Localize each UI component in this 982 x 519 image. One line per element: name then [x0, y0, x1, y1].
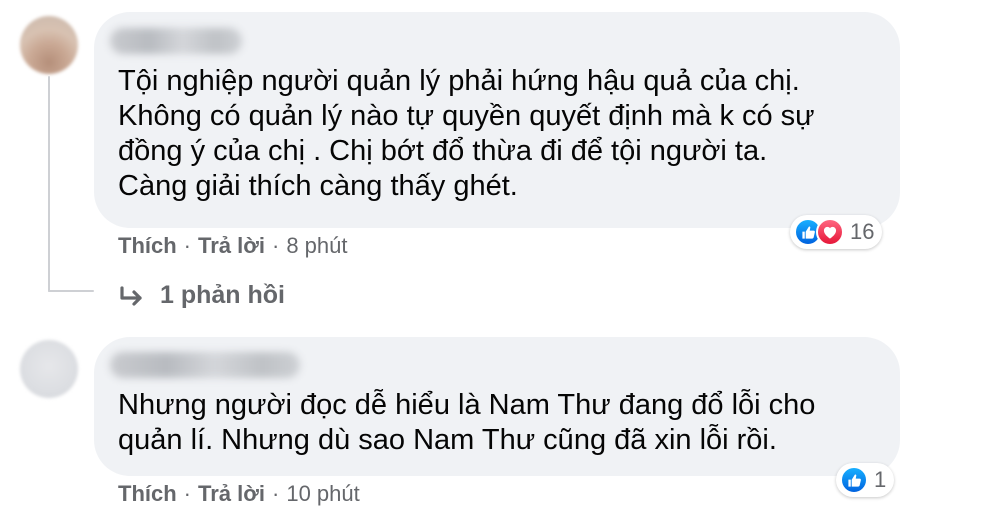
reaction-summary[interactable]: 16 [790, 215, 883, 249]
comment-text-line: Càng giải thích càng thấy ghét. [118, 170, 518, 202]
like-button[interactable]: Thích [118, 233, 177, 259]
comment-timestamp[interactable]: 10 phút [286, 481, 359, 507]
separator-dot: · [272, 481, 280, 506]
commenter-avatar[interactable] [20, 340, 78, 398]
commenter-name-redacted[interactable] [110, 28, 242, 54]
love-icon [816, 218, 844, 246]
separator-dot: · [183, 481, 191, 506]
view-replies-link[interactable]: 1 phản hồi [118, 281, 285, 310]
comment-text-line: Tội nghiệp người quản lý phải hứng hậu q… [118, 65, 800, 97]
comment-text-line: quản lí. Nhưng dù sao Nam Thư cũng đã xi… [118, 424, 777, 456]
reply-button[interactable]: Trả lời [198, 233, 265, 259]
comment-text: Nhưng người đọc dễ hiểu là Nam Thư đang … [118, 388, 815, 458]
comment-text-line: Không có quản lý nào tự quyền quyết định… [118, 100, 815, 132]
comment-actions: Thích · Trả lời · 8 phút [118, 233, 348, 259]
like-button[interactable]: Thích [118, 481, 177, 507]
separator-dot: · [183, 233, 191, 258]
commenter-name-redacted[interactable] [110, 352, 300, 378]
comment-actions: Thích · Trả lời · 10 phút [118, 481, 360, 507]
reaction-summary[interactable]: 1 [836, 463, 895, 497]
reaction-count: 16 [850, 219, 875, 244]
thread-connector-line [48, 76, 50, 292]
comment-text: Tội nghiệp người quản lý phải hứng hậu q… [118, 64, 815, 204]
reaction-count: 1 [874, 467, 887, 492]
like-icon [840, 466, 868, 494]
comment-text-line: Nhưng người đọc dễ hiểu là Nam Thư đang … [118, 389, 816, 421]
commenter-avatar[interactable] [20, 16, 78, 74]
thread-connector-branch [48, 290, 94, 292]
separator-dot: · [272, 233, 280, 258]
replies-count-label[interactable]: 1 phản hồi [160, 281, 285, 310]
comment-text-line: đồng ý của chị . Chị bớt đổ thừa đi để t… [118, 135, 768, 167]
reply-button[interactable]: Trả lời [198, 481, 265, 507]
comment-timestamp[interactable]: 8 phút [286, 233, 347, 259]
reply-arrow-icon [120, 285, 142, 306]
